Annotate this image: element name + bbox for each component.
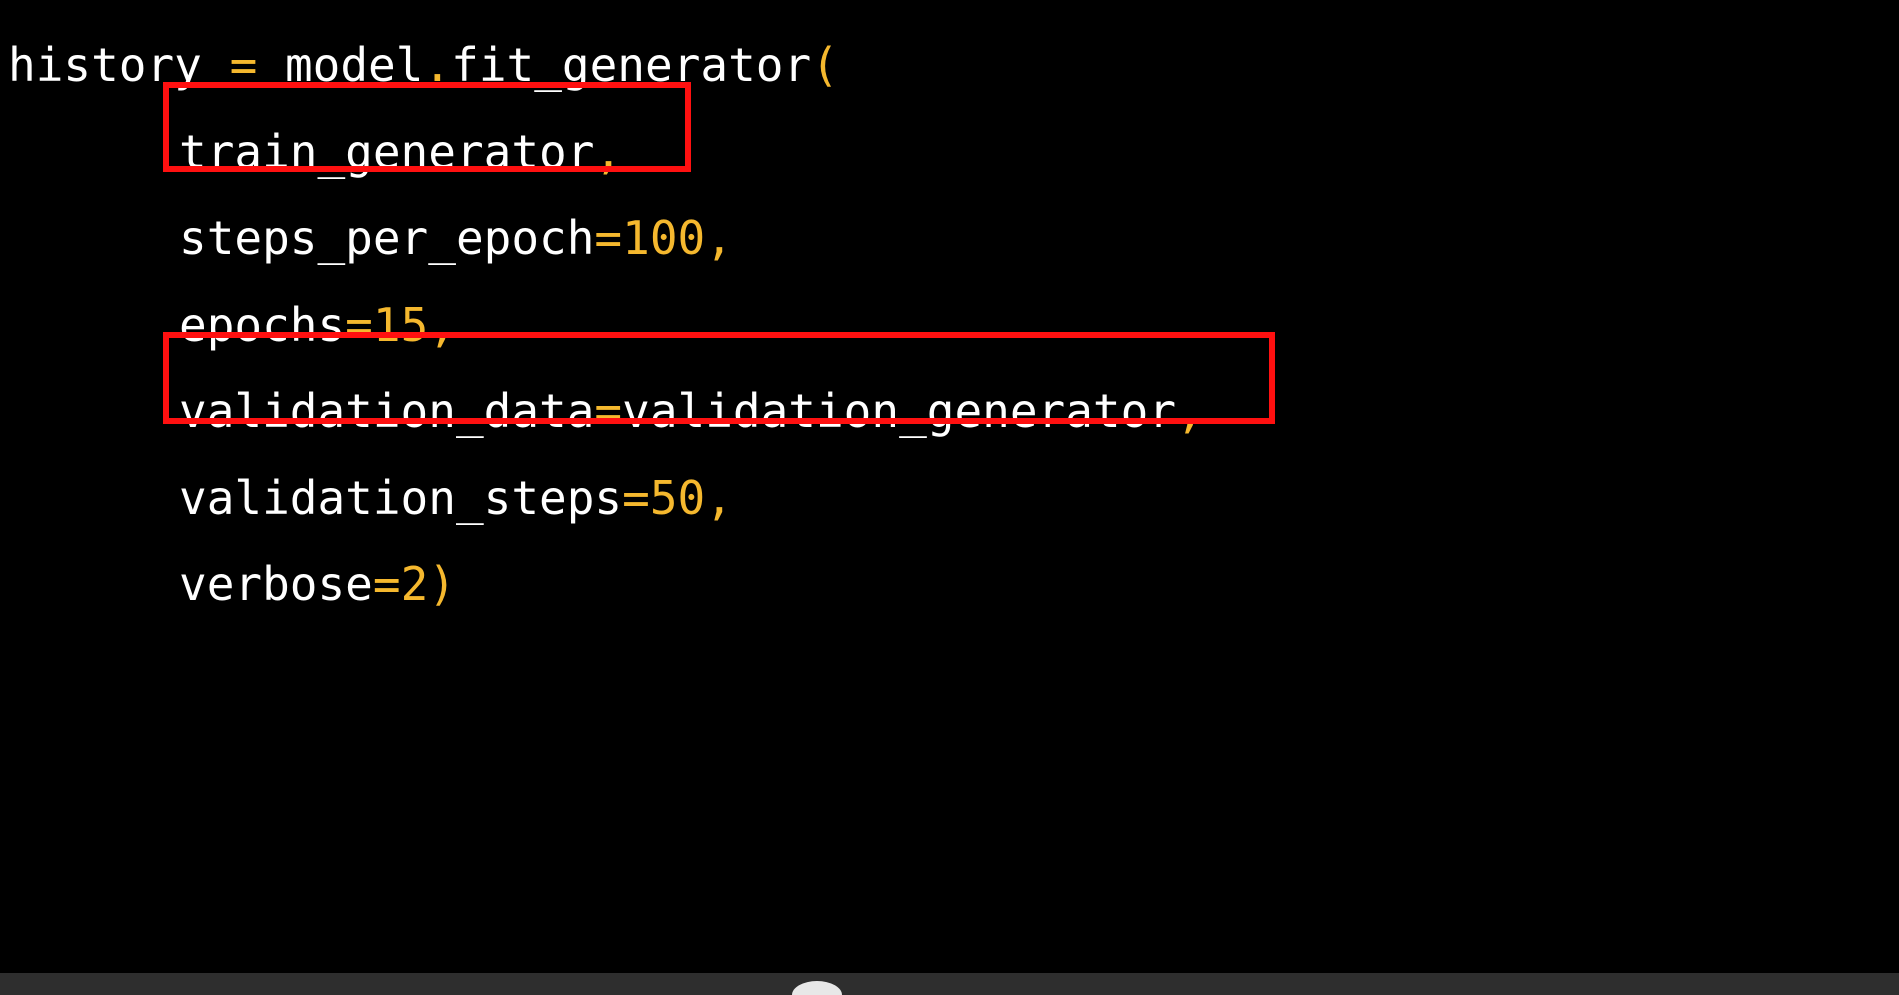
- code-token-ident: steps_per_epoch: [179, 211, 595, 265]
- code-token-punct: ,: [705, 470, 733, 525]
- video-progress-bar[interactable]: [0, 973, 1899, 995]
- highlight-box-train-generator: [163, 82, 691, 172]
- video-frame: history = model.fit_generator(train_gene…: [0, 0, 1899, 995]
- code-line: verbose=2): [8, 541, 1204, 628]
- code-token-punct: ,: [705, 211, 733, 265]
- code-token-punct: (: [811, 38, 839, 92]
- code-token-ident: validation_steps: [179, 470, 623, 525]
- code-token-num: 50: [649, 470, 706, 525]
- code-line: steps_per_epoch=100,: [8, 195, 1204, 282]
- code-token-punct: ): [428, 557, 456, 611]
- code-token-punct: =: [622, 470, 650, 525]
- code-token-ident: verbose: [179, 557, 373, 611]
- code-token-punct: =: [594, 211, 623, 265]
- code-line: validation_steps=50,: [8, 455, 1204, 542]
- code-token-punct: =: [372, 557, 401, 611]
- code-token-num: 2: [400, 557, 429, 611]
- code-token-num: 100: [622, 211, 706, 265]
- scrubber-handle-icon[interactable]: [792, 981, 842, 995]
- highlight-box-validation-data: [163, 332, 1275, 424]
